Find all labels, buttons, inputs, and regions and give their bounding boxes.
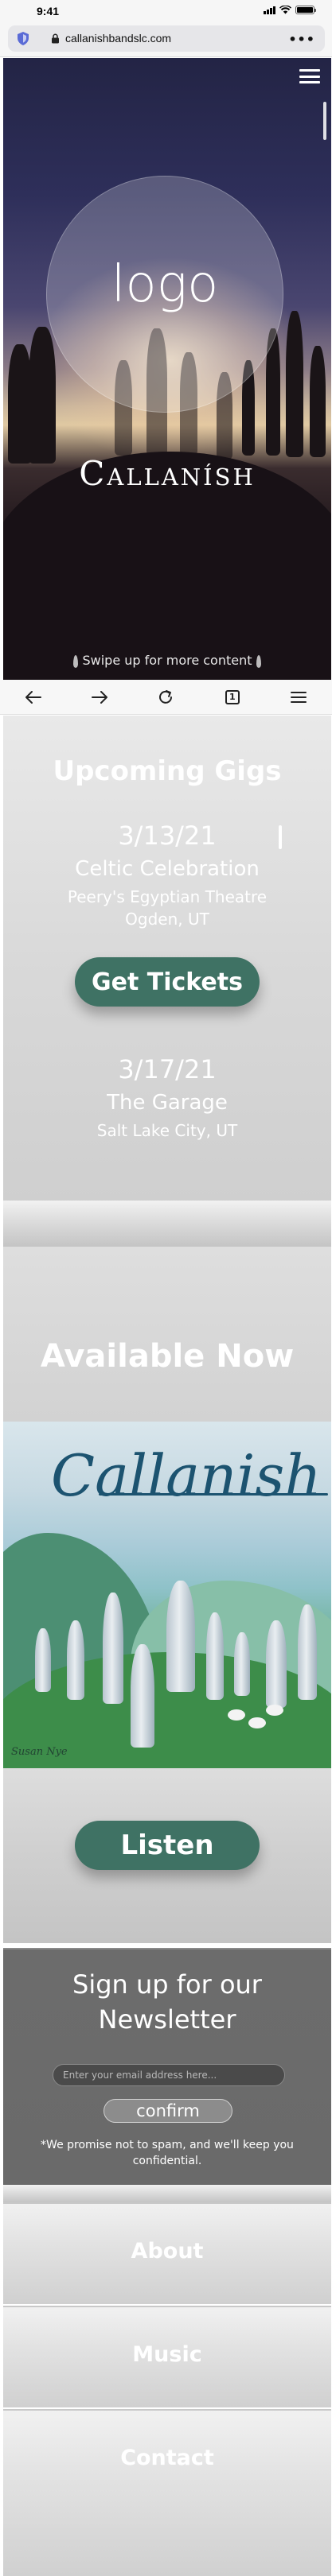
url-text[interactable]: callanishbandslc.com — [65, 32, 171, 45]
nav-about[interactable]: About — [3, 2202, 331, 2304]
more-icon[interactable]: ••• — [288, 32, 315, 47]
album-stone — [35, 1628, 51, 1692]
logo-placeholder: logo — [111, 255, 219, 314]
listen-button[interactable]: Listen — [75, 1821, 260, 1870]
lock-icon — [52, 33, 59, 44]
battery-icon — [295, 6, 316, 14]
signal-icon — [264, 6, 275, 14]
album-stone — [131, 1644, 154, 1748]
status-bar: 9:41 — [0, 0, 332, 21]
album-stone — [103, 1593, 123, 1704]
artist-signature: Susan Nye — [11, 1746, 68, 1758]
album-stone — [166, 1581, 195, 1692]
scrollbar-thumb[interactable] — [323, 102, 326, 140]
section-divider — [3, 2185, 331, 2202]
band-name: Callanísh — [79, 454, 256, 493]
status-time: 9:41 — [37, 5, 60, 17]
album-cover[interactable]: Callanish Susan Nye — [3, 1422, 331, 1768]
album-sheep — [266, 1705, 283, 1716]
available-title: Available Now — [40, 1338, 295, 1375]
shield-icon[interactable] — [16, 31, 30, 46]
upcoming-gigs-section: Upcoming Gigs 3/13/21 Celtic Celebration… — [3, 716, 331, 1201]
hero-section: logo Callanísh Swipe up for more content — [3, 58, 331, 680]
email-field[interactable] — [53, 2064, 285, 2086]
gig-date: 3/13/21 — [118, 821, 217, 851]
newsletter-section: Sign up for our Newsletter confirm *We p… — [3, 1948, 331, 2185]
gig-name: Celtic Celebration — [75, 857, 260, 881]
gig-venue: Peery's Egyptian Theatre — [67, 887, 268, 906]
nav-contact-label: Contact — [120, 2446, 214, 2470]
browser-toolbar: 1 — [0, 680, 332, 715]
newsletter-note: *We promise not to spam, and we'll keep … — [41, 2139, 294, 2167]
gig-date: 3/17/21 — [118, 1054, 217, 1084]
swipe-hint: Swipe up for more content — [3, 653, 331, 668]
album-stone — [266, 1620, 287, 1708]
nav-music-label: Music — [132, 2342, 202, 2367]
menu-icon[interactable] — [283, 681, 314, 713]
address-bar[interactable]: callanishbandslc.com ••• — [8, 25, 325, 52]
album-sheep — [248, 1717, 266, 1728]
swipe-hint-text: Swipe up for more content — [82, 653, 252, 668]
album-sheep — [228, 1709, 245, 1721]
album-stone — [206, 1612, 224, 1700]
standing-stone — [310, 346, 326, 457]
back-icon[interactable] — [18, 681, 49, 713]
gig-name: The Garage — [107, 1091, 228, 1115]
newsletter-title-line: Newsletter — [98, 2004, 236, 2035]
album-stone — [298, 1604, 317, 1700]
gig-location: Ogden, UT — [125, 910, 209, 929]
wifi-icon — [279, 6, 291, 14]
hamburger-icon[interactable] — [299, 68, 320, 85]
tabs-button[interactable]: 1 — [217, 681, 248, 713]
nav-music[interactable]: Music — [3, 2306, 331, 2407]
status-icons — [264, 6, 316, 14]
gigs-title: Upcoming Gigs — [53, 755, 282, 787]
raindrop-icon — [256, 654, 261, 668]
listen-section: Listen — [3, 1768, 331, 1943]
forward-icon[interactable] — [84, 681, 115, 713]
album-script-title: Callanish — [51, 1442, 322, 1509]
section-divider — [3, 1201, 331, 1247]
standing-stone — [29, 327, 56, 464]
get-tickets-button[interactable]: Get Tickets — [75, 957, 260, 1007]
nav-contact[interactable]: Contact — [3, 2409, 331, 2576]
raindrop-icon — [73, 654, 79, 668]
newsletter-title: Sign up for our Newsletter — [3, 1967, 331, 2037]
standing-stone — [286, 311, 303, 457]
address-bar-area: callanishbandslc.com ••• — [0, 21, 332, 57]
nav-about-label: About — [131, 2239, 204, 2264]
newsletter-title-line: Sign up for our — [72, 1969, 262, 2000]
available-now-section: Available Now — [3, 1247, 331, 1422]
album-stone — [67, 1620, 84, 1700]
album-stone — [234, 1632, 250, 1696]
gig-venue: Salt Lake City, UT — [96, 1121, 238, 1140]
confirm-button[interactable]: confirm — [104, 2099, 232, 2123]
album-underline — [99, 1493, 328, 1496]
tabs-icon: 1 — [225, 689, 240, 704]
reload-icon[interactable] — [150, 681, 182, 713]
